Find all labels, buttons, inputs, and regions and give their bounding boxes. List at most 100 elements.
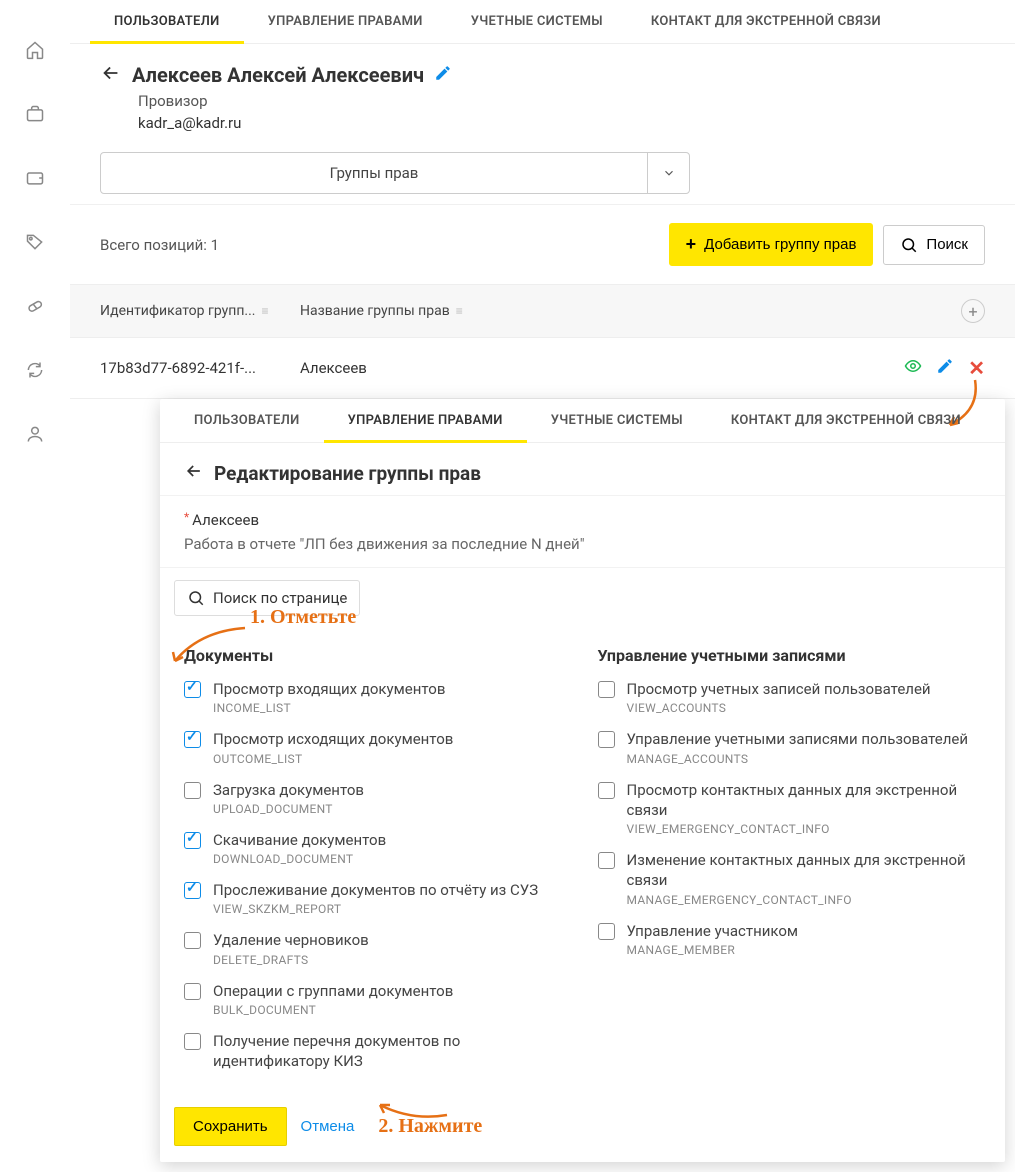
- back-arrow-icon[interactable]: [100, 62, 122, 88]
- page-search-input[interactable]: Поиск по странице: [174, 580, 360, 616]
- search-button[interactable]: Поиск: [883, 225, 985, 265]
- col-id-header[interactable]: Идентификатор групп...≡: [100, 299, 290, 323]
- user-full-name: Алексеев Алексей Алексеевич: [132, 63, 424, 87]
- permission-code: MANAGE_MEMBER: [627, 943, 799, 957]
- permission-label: Загрузка документов: [213, 780, 364, 800]
- permission-label: Просмотр контактных данных для экстренно…: [627, 780, 982, 821]
- permission-label: Получение перечня документов по идентифи…: [213, 1031, 568, 1072]
- permissions-body: 1. Отметьте Документы Просмотр входящих …: [160, 628, 1005, 1095]
- user-header: Алексеев Алексей Алексеевич Провизор kad…: [70, 44, 1015, 142]
- search-icon: [187, 589, 205, 607]
- cell-name: Алексеев: [290, 359, 865, 377]
- permission-checkbox[interactable]: [184, 882, 201, 899]
- save-button[interactable]: Сохранить: [174, 1107, 287, 1146]
- modal-tab-emergency[interactable]: КОНТАКТ ДЛЯ ЭКСТРЕННОЙ СВЯЗИ: [707, 399, 985, 442]
- permissions-col1: Документы Просмотр входящих документов IN…: [184, 640, 568, 1085]
- permission-checkbox[interactable]: [184, 983, 201, 1000]
- annotation-step2: 2. Нажмите: [378, 1115, 482, 1138]
- tag-icon[interactable]: [25, 232, 45, 256]
- permission-label: Управление участником: [627, 921, 799, 941]
- refresh-icon[interactable]: [25, 360, 45, 384]
- col2-heading: Управление учетными записями: [598, 646, 982, 665]
- toolbar: Всего позиций: 1 + Добавить группу прав …: [70, 204, 1015, 284]
- permission-code: OUTCOME_LIST: [213, 752, 453, 766]
- modal-tab-users[interactable]: ПОЛЬЗОВАТЕЛИ: [170, 399, 324, 442]
- chevron-down-icon[interactable]: [647, 153, 689, 193]
- main-tabs: ПОЛЬЗОВАТЕЛИ УПРАВЛЕНИЕ ПРАВАМИ УЧЕТНЫЕ …: [70, 0, 1015, 44]
- permission-label: Скачивание документов: [213, 830, 386, 850]
- permission-checkbox[interactable]: [184, 932, 201, 949]
- col1-heading: Документы: [184, 646, 568, 665]
- permission-label: Изменение контактных данных для экстренн…: [627, 850, 982, 891]
- permission-item: Операции с группами документов BULK_DOCUM…: [184, 981, 568, 1017]
- modal-tab-rights[interactable]: УПРАВЛЕНИЕ ПРАВАМИ: [324, 399, 527, 442]
- tab-rights[interactable]: УПРАВЛЕНИЕ ПРАВАМИ: [244, 0, 447, 43]
- col-name-header[interactable]: Название группы прав≡: [290, 299, 865, 323]
- permission-checkbox[interactable]: [184, 1033, 201, 1050]
- permission-checkbox[interactable]: [598, 731, 615, 748]
- permission-item: Получение перечня документов по идентифи…: [184, 1031, 568, 1072]
- sort-icon: ≡: [456, 304, 463, 318]
- permission-item: Просмотр исходящих документов OUTCOME_LIS…: [184, 729, 568, 765]
- permission-code: BULK_DOCUMENT: [213, 1003, 453, 1017]
- total-count: Всего позиций: 1: [100, 236, 219, 254]
- user-role: Провизор: [138, 92, 985, 110]
- permission-checkbox[interactable]: [598, 923, 615, 940]
- permission-item: Управление участником MANAGE_MEMBER: [598, 921, 982, 957]
- pill-icon[interactable]: [25, 296, 45, 320]
- permission-label: Просмотр входящих документов: [213, 679, 445, 699]
- cancel-button[interactable]: Отмена: [301, 1118, 355, 1135]
- permission-code: VIEW_ACCOUNTS: [627, 701, 931, 715]
- permission-checkbox[interactable]: [598, 852, 615, 869]
- permission-code: INCOME_LIST: [213, 701, 445, 715]
- wallet-icon[interactable]: [25, 168, 45, 192]
- permission-checkbox[interactable]: [184, 782, 201, 799]
- modal-title: Редактирование группы прав: [214, 462, 481, 485]
- add-column-button[interactable]: +: [961, 299, 985, 323]
- annotation-arrow-3: [372, 1095, 452, 1125]
- view-icon[interactable]: [904, 357, 922, 379]
- permission-item: Прослеживание документов по отчёту из СУ…: [184, 880, 568, 916]
- permission-checkbox[interactable]: [598, 782, 615, 799]
- briefcase-icon[interactable]: [25, 104, 45, 128]
- user-email: kadr_a@kadr.ru: [138, 114, 985, 132]
- required-marker: *: [184, 510, 189, 524]
- user-icon[interactable]: [25, 424, 45, 448]
- edit-row-icon[interactable]: [936, 357, 954, 379]
- group-description: Работа в отчете "ЛП без движения за посл…: [184, 535, 981, 553]
- sort-icon: ≡: [262, 304, 269, 318]
- permission-item: Удаление черновиков DELETE_DRAFTS: [184, 930, 568, 966]
- groups-dropdown[interactable]: Группы прав: [100, 152, 690, 194]
- modal-back-icon[interactable]: [184, 461, 204, 485]
- permission-item: Управление учетными записями пользовател…: [598, 729, 982, 765]
- tab-users[interactable]: ПОЛЬЗОВАТЕЛИ: [90, 0, 244, 43]
- permission-code: DELETE_DRAFTS: [213, 953, 369, 967]
- permission-label: Просмотр исходящих документов: [213, 729, 453, 749]
- permission-code: VIEW_SKZKM_REPORT: [213, 902, 538, 916]
- left-sidebar: [0, 0, 70, 1172]
- tab-systems[interactable]: УЧЕТНЫЕ СИСТЕМЫ: [447, 0, 627, 43]
- permission-label: Операции с группами документов: [213, 981, 453, 1001]
- permission-item: Просмотр учетных записей пользователейVI…: [598, 679, 982, 715]
- permission-checkbox[interactable]: [184, 731, 201, 748]
- home-icon[interactable]: [25, 40, 45, 64]
- permission-item: Загрузка документов UPLOAD_DOCUMENT: [184, 780, 568, 816]
- cell-id: 17b83d77-6892-421f-...: [100, 359, 290, 377]
- modal-footer: Сохранить Отмена 2. Нажмите: [160, 1095, 1005, 1162]
- permission-code: DOWNLOAD_DOCUMENT: [213, 852, 386, 866]
- permission-checkbox[interactable]: [598, 681, 615, 698]
- permission-code: UPLOAD_DOCUMENT: [213, 802, 364, 816]
- permission-label: Удаление черновиков: [213, 930, 369, 950]
- group-name-value[interactable]: Алексеев: [192, 511, 259, 529]
- permission-item: Просмотр контактных данных для экстренно…: [598, 780, 982, 837]
- tab-emergency[interactable]: КОНТАКТ ДЛЯ ЭКСТРЕННОЙ СВЯЗИ: [627, 0, 905, 43]
- permission-checkbox[interactable]: [184, 681, 201, 698]
- permission-item: Изменение контактных данных для экстренн…: [598, 850, 982, 907]
- plus-icon: +: [686, 234, 697, 255]
- edit-group-modal: ПОЛЬЗОВАТЕЛИ УПРАВЛЕНИЕ ПРАВАМИ УЧЕТНЫЕ …: [160, 399, 1005, 1162]
- permission-checkbox[interactable]: [184, 832, 201, 849]
- modal-tab-systems[interactable]: УЧЕТНЫЕ СИСТЕМЫ: [527, 399, 707, 442]
- add-group-button[interactable]: + Добавить группу прав: [669, 223, 874, 266]
- delete-row-icon[interactable]: ✕: [968, 356, 985, 380]
- edit-icon[interactable]: [434, 64, 452, 86]
